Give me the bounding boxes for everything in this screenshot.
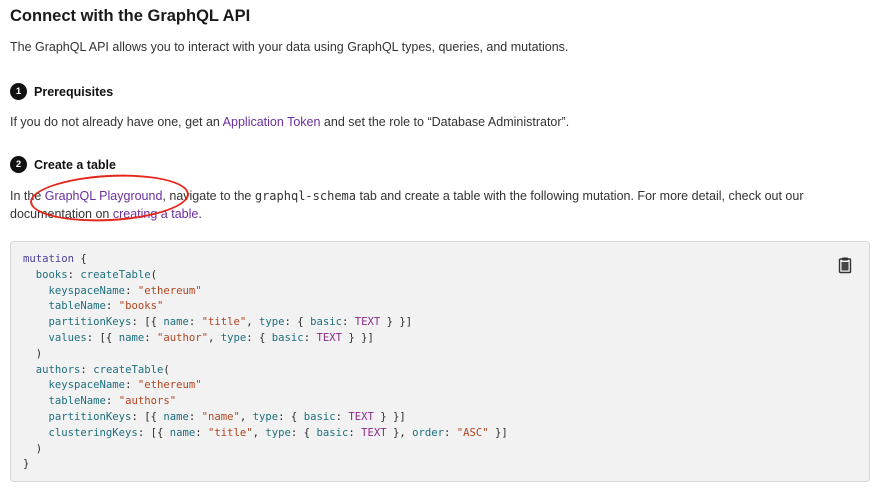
mutation-code: mutation { books: createTable( keyspaceN…	[23, 253, 508, 471]
step-1-text: If you do not already have one, get an A…	[10, 115, 570, 129]
step-2-title: Create a table	[34, 157, 116, 172]
page-title: Connect with the GraphQL API	[10, 7, 251, 25]
step-2-header: 2 Create a table	[10, 156, 116, 173]
code-block[interactable]: mutation { books: createTable( keyspaceN…	[10, 241, 870, 482]
step-2-text: In the GraphQL Playground, navigate to t…	[10, 189, 804, 221]
step-1-title: Prerequisites	[34, 84, 114, 99]
application-token-link[interactable]: Application Token	[223, 115, 321, 129]
intro-text: The GraphQL API allows you to interact w…	[10, 40, 569, 54]
step-1-number: 1	[10, 83, 27, 100]
graphql-playground-link[interactable]: GraphQL Playground	[45, 189, 163, 203]
step-1-header: 1 Prerequisites	[10, 83, 113, 100]
creating-a-table-link[interactable]: creating a table	[113, 207, 198, 221]
graphql-schema-code: graphql-schema	[254, 189, 357, 203]
step-2-number: 2	[10, 156, 27, 173]
clipboard-icon[interactable]	[837, 256, 853, 274]
